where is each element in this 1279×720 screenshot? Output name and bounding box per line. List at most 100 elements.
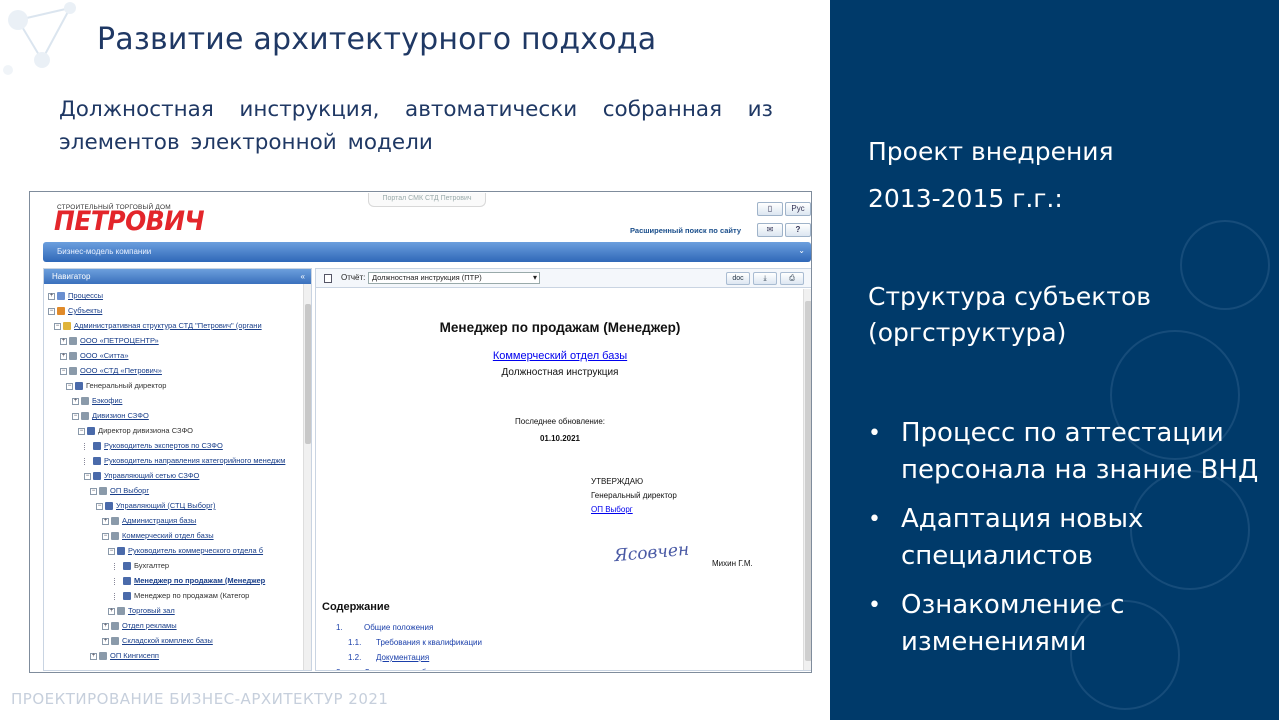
expand-toggle-icon[interactable]: + (108, 607, 115, 615)
tree-item-label[interactable]: ОП Выборг (110, 486, 149, 495)
toc-item[interactable]: 1.2. Документация (348, 653, 429, 662)
tree-item[interactable]: − Коммерческий отдел базы (102, 528, 214, 543)
toc-item[interactable]: 2.Должностные обязанности (336, 668, 464, 670)
tree-node-icon (123, 577, 131, 586)
toc-item[interactable]: 1. Общие положения (336, 623, 433, 632)
tree-item-label[interactable]: Руководитель экспертов по СЗФО (104, 441, 223, 450)
tree-item-label[interactable]: ООО «СТД «Петрович» (80, 366, 162, 375)
tree-item[interactable]: + ООО «Ситта» (60, 348, 129, 363)
toc-item[interactable]: 1.1. Требования к квалификации (348, 638, 482, 647)
tree-item-label[interactable]: ООО «Ситта» (80, 351, 129, 360)
expand-toggle-icon[interactable]: − (60, 367, 67, 375)
help-button[interactable]: ? (785, 223, 811, 237)
signer-name: Михин Г.М. (712, 559, 753, 568)
tree-item[interactable]: − Руководитель коммерческого отдела б (108, 543, 263, 558)
tree-item-label[interactable]: ОП Кингисепп (110, 651, 159, 660)
tree-item-label[interactable]: Директор дивизиона СЗФО (98, 426, 193, 435)
tree-item[interactable]: − Управляющий сетью СЗФО (84, 468, 199, 483)
download-icon[interactable]: ⤓ (753, 272, 777, 285)
mobile-icon[interactable]: ▯ (757, 202, 783, 216)
advanced-search-link[interactable]: Расширенный поиск по сайту (630, 226, 741, 235)
tree-item[interactable]: − Дивизион СЗФО (72, 408, 149, 423)
expand-toggle-icon[interactable]: − (54, 322, 61, 330)
expand-toggle-icon[interactable]: − (78, 427, 85, 435)
tree-item-label[interactable]: Торговый зал (128, 606, 175, 615)
tree-item-label[interactable]: Дивизион СЗФО (92, 411, 149, 420)
expand-toggle-icon[interactable]: − (96, 502, 103, 510)
tree-item[interactable]: + Процессы (48, 288, 103, 303)
tree-item-label[interactable]: Менеджер по продажам (Категор (134, 591, 249, 600)
tree-item[interactable]: − Субъекты (48, 303, 102, 318)
tree-item[interactable]: Руководитель экспертов по СЗФО (84, 438, 223, 453)
tree-item[interactable]: − Генеральный директор (66, 378, 166, 393)
print-icon[interactable]: ⎙ (780, 272, 804, 285)
tree-item-label[interactable]: ООО «ПЕТРОЦЕНТР» (80, 336, 159, 345)
portal-tab[interactable]: Портал СМК СТД Петрович (368, 193, 486, 207)
expand-toggle-icon[interactable]: − (72, 412, 79, 420)
toc-label[interactable]: Требования к квалификации (376, 638, 482, 647)
expand-toggle-icon[interactable]: + (72, 397, 79, 405)
tree-item-label[interactable]: Бухгалтер (134, 561, 169, 570)
language-select[interactable]: Рус (785, 202, 811, 216)
tree-item[interactable]: + ОП Кингисепп (90, 648, 159, 663)
tree-item[interactable]: − Директор дивизиона СЗФО (78, 423, 193, 438)
navbar-label[interactable]: Бизнес-модель компании (57, 247, 151, 256)
report-select[interactable]: Должностная инструкция (ПТР) (368, 272, 540, 284)
expand-toggle-icon[interactable]: + (102, 637, 109, 645)
toc-label[interactable]: Общие положения (364, 623, 433, 632)
expand-toggle-icon[interactable]: + (90, 652, 97, 660)
document-scrollbar[interactable] (803, 289, 811, 670)
tree-item[interactable]: + ООО «ПЕТРОЦЕНТР» (60, 333, 159, 348)
expand-toggle-icon[interactable]: − (66, 382, 73, 390)
tree-item-label[interactable]: Управляющий сетью СЗФО (104, 471, 199, 480)
expand-toggle-icon[interactable]: + (102, 622, 109, 630)
tree-item[interactable]: Руководитель направления категорийного м… (84, 453, 285, 468)
tree-item[interactable]: + Торговый зал (108, 603, 175, 618)
tree-item-label[interactable]: Отдел рекламы (122, 621, 177, 630)
tree-item[interactable]: Бухгалтер (114, 558, 169, 573)
approver-org-link[interactable]: ОП Выборг (591, 505, 633, 514)
main-navbar[interactable]: Бизнес-модель компании ⌄ (43, 242, 811, 262)
tree-node-icon (81, 412, 89, 421)
expand-toggle-icon[interactable]: − (48, 307, 55, 315)
expand-toggle-icon[interactable]: + (60, 337, 67, 345)
tree-item[interactable]: − ООО «СТД «Петрович» (60, 363, 162, 378)
tree-item-label[interactable]: Складской комплекс базы (122, 636, 213, 645)
tree-item-label[interactable]: Процессы (68, 291, 103, 300)
mail-icon[interactable]: ✉ (757, 223, 783, 237)
expand-toggle-icon[interactable]: − (90, 487, 97, 495)
tree-item[interactable]: + Отдел рекламы (102, 618, 177, 633)
tree-item[interactable]: Менеджер по продажам (Категор (114, 588, 249, 603)
approval-stamp: УТВЕРЖДАЮ (591, 477, 644, 486)
chevron-down-icon[interactable]: ⌄ (798, 246, 805, 255)
export-doc-button[interactable]: doc (726, 272, 750, 285)
tree-item-label[interactable]: Коммерческий отдел базы (122, 531, 214, 540)
tree-item-label[interactable]: Администрация базы (122, 516, 196, 525)
tree-item[interactable]: − Административная структура СТД "Петрови… (54, 318, 262, 333)
tree-item[interactable]: − ОП Выборг (90, 483, 149, 498)
tree-item-label[interactable]: Управляющий (СТЦ Выборг) (116, 501, 215, 510)
tree-item-label[interactable]: Генеральный директор (86, 381, 166, 390)
expand-toggle-icon[interactable]: + (60, 352, 67, 360)
toc-label[interactable]: Должностные обязанности (364, 668, 464, 670)
tree-item[interactable]: + Администрация базы (102, 513, 196, 528)
tree-item-label[interactable]: Менеджер по продажам (Менеджер (134, 576, 265, 585)
toc-label[interactable]: Документация (376, 653, 429, 662)
department-link[interactable]: Коммерческий отдел базы (316, 350, 804, 362)
tree-item-label[interactable]: Административная структура СТД "Петрович… (74, 321, 262, 330)
collapse-icon[interactable]: « (301, 269, 305, 284)
expand-toggle-icon[interactable]: − (108, 547, 115, 555)
tree-item-label[interactable]: Бэкофис (92, 396, 122, 405)
tree-item-label[interactable]: Руководитель направления категорийного м… (104, 456, 285, 465)
tree-item[interactable]: + Складской комплекс базы (102, 633, 213, 648)
expand-toggle-icon[interactable]: − (84, 472, 91, 480)
tree-item[interactable]: + Бэкофис (72, 393, 122, 408)
expand-toggle-icon[interactable]: − (102, 532, 109, 540)
tree-item-label[interactable]: Руководитель коммерческого отдела б (128, 546, 263, 555)
tree-item[interactable]: − Управляющий (СТЦ Выборг) (96, 498, 215, 513)
tree-item-label[interactable]: Субъекты (68, 306, 102, 315)
navigator-scrollbar[interactable] (303, 284, 311, 670)
expand-toggle-icon[interactable]: + (102, 517, 109, 525)
tree-item[interactable]: Менеджер по продажам (Менеджер (114, 573, 265, 588)
expand-toggle-icon[interactable]: + (48, 292, 55, 300)
